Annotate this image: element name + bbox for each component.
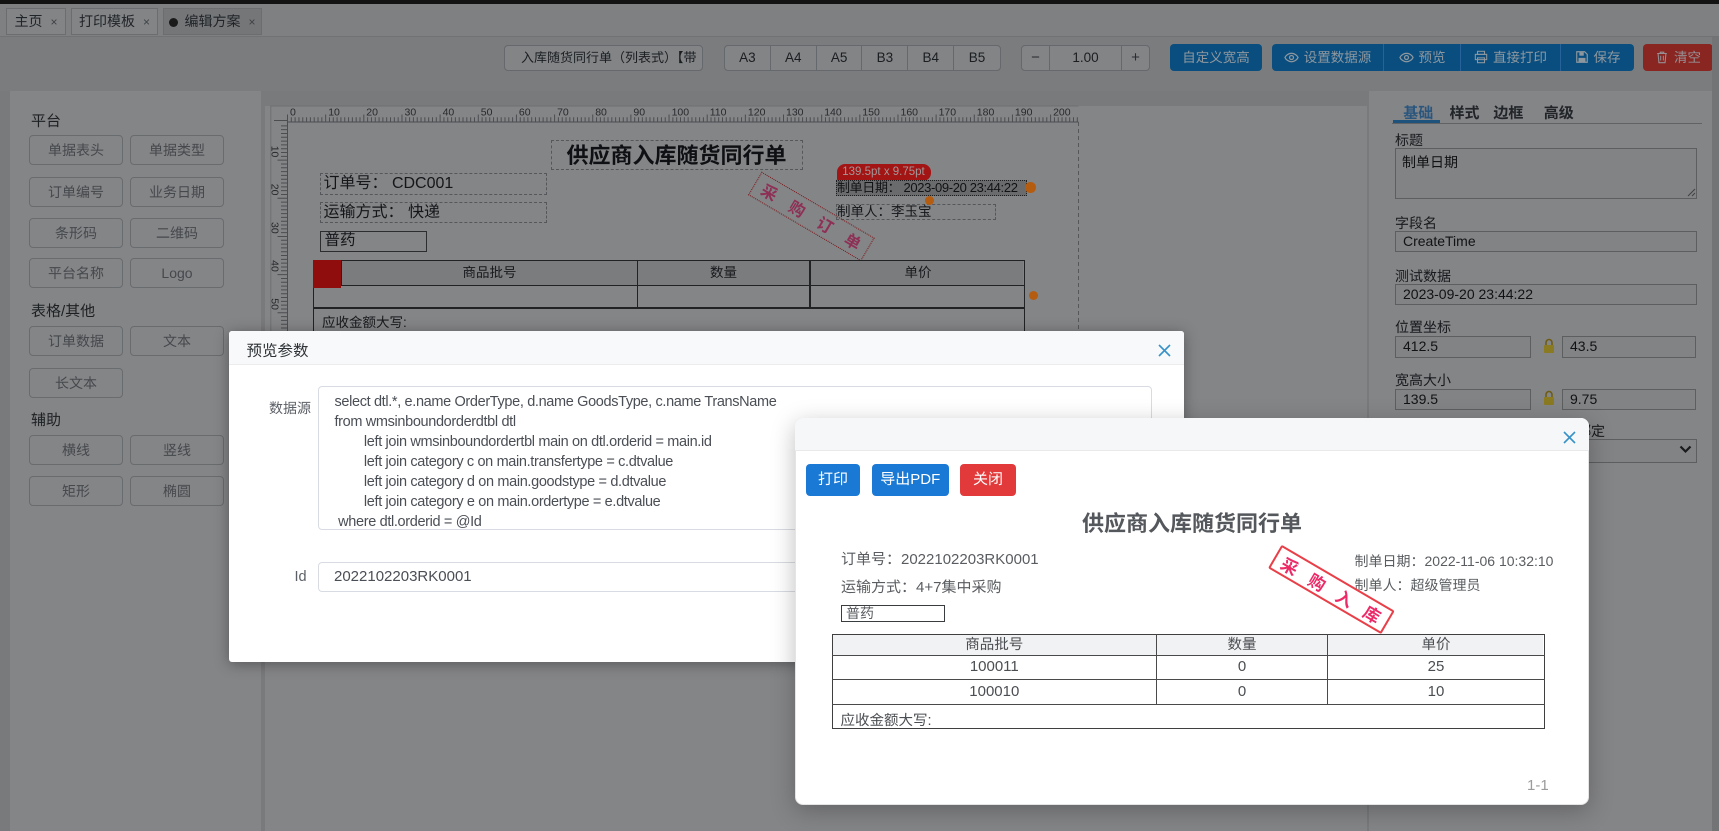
svg-text:50: 50 (269, 298, 281, 310)
svg-text:0: 0 (290, 106, 296, 118)
svg-text:20: 20 (269, 184, 281, 196)
svg-text:40: 40 (269, 260, 281, 272)
svg-text:60: 60 (519, 106, 531, 118)
svg-text:110: 110 (710, 106, 727, 118)
svg-text:170: 170 (939, 106, 957, 118)
svg-text:200: 200 (1053, 106, 1071, 118)
svg-text:160: 160 (901, 106, 919, 118)
svg-text:10: 10 (269, 146, 281, 158)
svg-text:180: 180 (977, 106, 995, 118)
svg-text:30: 30 (269, 222, 281, 234)
svg-text:20: 20 (366, 106, 378, 118)
svg-text:120: 120 (748, 106, 766, 118)
svg-text:130: 130 (786, 106, 804, 118)
svg-text:40: 40 (443, 106, 455, 118)
svg-text:140: 140 (824, 106, 842, 118)
svg-text:10: 10 (328, 106, 340, 118)
svg-text:190: 190 (1015, 106, 1033, 118)
svg-text:150: 150 (862, 106, 880, 118)
svg-text:90: 90 (633, 106, 645, 118)
svg-text:80: 80 (595, 106, 607, 118)
svg-text:30: 30 (405, 106, 417, 118)
svg-text:50: 50 (481, 106, 493, 118)
svg-text:100: 100 (672, 106, 690, 118)
svg-text:70: 70 (557, 106, 569, 118)
